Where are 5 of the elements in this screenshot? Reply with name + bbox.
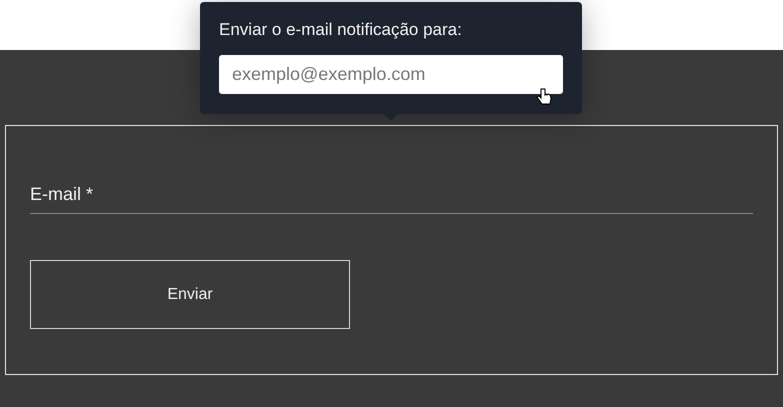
pointer-hand-icon [536, 88, 552, 106]
popover-title: Enviar o e-mail notificação para: [219, 20, 463, 40]
email-label: E-mail * [30, 184, 753, 214]
email-field[interactable]: exemplo@exemplo.com [219, 55, 563, 94]
submit-button[interactable]: Enviar [30, 260, 350, 329]
